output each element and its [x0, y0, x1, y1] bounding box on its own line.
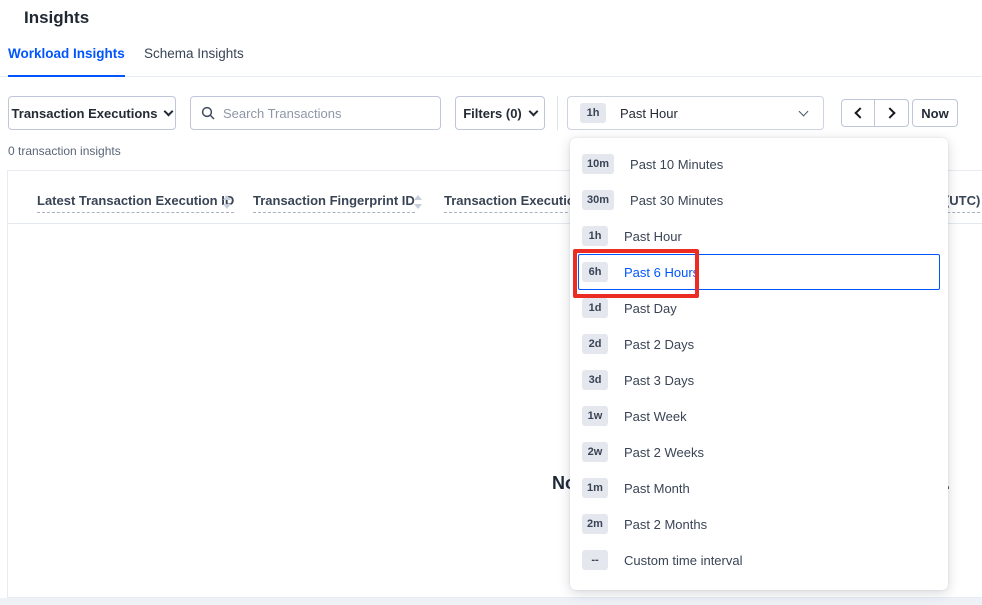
time-interval-select[interactable]: 1h Past Hour [567, 96, 824, 130]
time-option-badge: 2m [582, 514, 608, 534]
time-nav-group [841, 99, 909, 127]
column-header-txn-execution[interactable]: Transaction Execution [444, 193, 583, 208]
time-option-badge: 1d [582, 298, 608, 318]
chevron-down-icon [164, 106, 174, 116]
filters-button[interactable]: Filters (0) [455, 96, 545, 130]
time-option-badge: 1w [582, 406, 608, 426]
prev-interval-button[interactable] [842, 100, 875, 126]
time-interval-badge: 1h [580, 103, 606, 123]
time-option-badge: 30m [582, 190, 614, 210]
now-button[interactable]: Now [912, 99, 958, 127]
time-option-custom[interactable]: -- Custom time interval [570, 542, 948, 578]
workload-type-select[interactable]: Transaction Executions [8, 96, 176, 130]
chevron-down-icon [799, 106, 809, 116]
time-option-badge: 10m [582, 154, 614, 174]
time-interval-dropdown: 10m Past 10 Minutes 30m Past 30 Minutes … [570, 138, 948, 590]
time-option-1d[interactable]: 1d Past Day [570, 290, 948, 326]
time-option-badge: -- [582, 550, 608, 570]
toolbar-divider [557, 96, 558, 130]
time-option-1h[interactable]: 1h Past Hour [570, 218, 948, 254]
time-option-3d[interactable]: 3d Past 3 Days [570, 362, 948, 398]
time-option-1w[interactable]: 1w Past Week [570, 398, 948, 434]
time-option-2w[interactable]: 2w Past 2 Weeks [570, 434, 948, 470]
time-option-badge: 2d [582, 334, 608, 354]
page-bottom-strip [0, 598, 982, 605]
next-interval-button[interactable] [875, 100, 908, 126]
chevron-left-icon [854, 107, 865, 118]
time-option-1m[interactable]: 1m Past Month [570, 470, 948, 506]
tab-workload-insights[interactable]: Workload Insights [8, 46, 125, 77]
time-option-badge: 3d [582, 370, 608, 390]
workload-type-select-label: Transaction Executions [12, 106, 158, 121]
chevron-right-icon [884, 107, 895, 118]
search-box[interactable] [190, 96, 441, 130]
time-option-badge: 1m [582, 478, 608, 498]
insights-count: 0 transaction insights [8, 144, 121, 158]
time-interval-label: Past Hour [620, 106, 678, 121]
tab-schema-insights[interactable]: Schema Insights [144, 46, 244, 77]
time-option-2m[interactable]: 2m Past 2 Months [570, 506, 948, 542]
page-title: Insights [24, 8, 89, 28]
sort-icon[interactable] [223, 195, 231, 209]
search-input[interactable] [223, 106, 430, 121]
chevron-down-icon [528, 106, 538, 116]
filters-button-label: Filters (0) [463, 106, 522, 121]
search-icon [201, 106, 215, 120]
column-header-txn-fingerprint-id[interactable]: Transaction Fingerprint ID [253, 193, 415, 208]
time-option-badge: 2w [582, 442, 608, 462]
time-option-badge: 1h [582, 226, 608, 246]
tab-bar: Workload Insights Schema Insights [0, 40, 982, 77]
column-header-latest-txn-exec-id[interactable]: Latest Transaction Execution ID [37, 193, 234, 208]
time-option-2d[interactable]: 2d Past 2 Days [570, 326, 948, 362]
sort-icon[interactable] [414, 195, 422, 209]
time-option-10m[interactable]: 10m Past 10 Minutes [570, 146, 948, 182]
time-option-30m[interactable]: 30m Past 30 Minutes [570, 182, 948, 218]
time-option-badge: 6h [582, 262, 608, 282]
time-option-6h[interactable]: 6h Past 6 Hours [578, 254, 940, 290]
